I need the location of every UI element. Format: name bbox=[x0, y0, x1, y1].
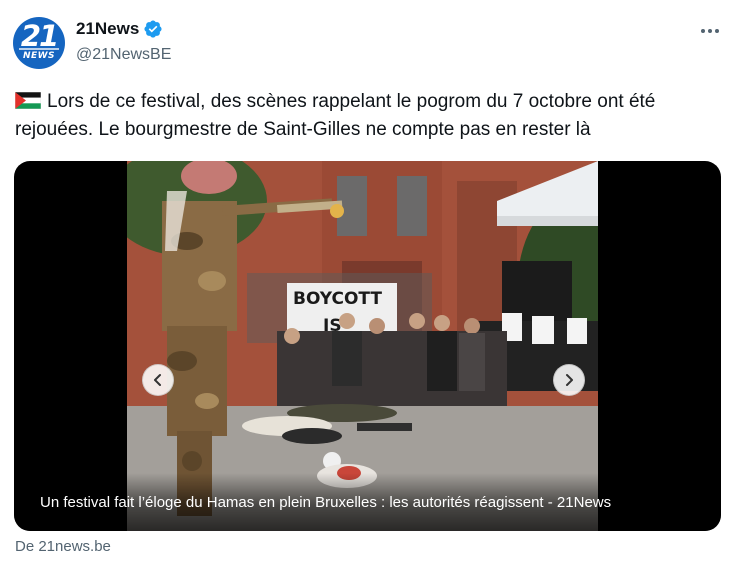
avatar-logo-wordmark: NEWS bbox=[22, 51, 56, 61]
card-source-domain[interactable]: De 21news.be bbox=[15, 538, 111, 555]
chevron-left-icon bbox=[154, 374, 161, 386]
more-dot-icon bbox=[708, 29, 712, 33]
avatar-logo-stripe bbox=[19, 48, 59, 50]
author-name-row: 21News bbox=[76, 19, 163, 39]
author-handle[interactable]: @21NewsBE bbox=[76, 46, 171, 64]
link-card[interactable]: BOYCOTT IS Un festival fait l’éloge du H… bbox=[14, 161, 721, 531]
card-caption-overlay: Un festival fait l’éloge du Hamas en ple… bbox=[14, 473, 721, 531]
more-dot-icon bbox=[715, 29, 719, 33]
avatar-logo-number: 21 bbox=[20, 19, 59, 53]
carousel-prev-button[interactable] bbox=[142, 364, 174, 396]
verified-badge-icon bbox=[144, 20, 162, 38]
tweet-text: Lors de ce festival, des scènes rappelan… bbox=[15, 88, 727, 144]
chevron-right-icon bbox=[566, 374, 573, 386]
palestine-flag-icon bbox=[15, 92, 41, 109]
avatar[interactable]: 21 NEWS bbox=[13, 17, 65, 69]
card-title: Un festival fait l’éloge du Hamas en ple… bbox=[40, 494, 612, 511]
more-options-button[interactable] bbox=[697, 18, 723, 44]
carousel-next-button[interactable] bbox=[553, 364, 585, 396]
more-dot-icon bbox=[701, 29, 705, 33]
boycott-sign-text: BOYCOTT bbox=[293, 289, 382, 309]
author-display-name[interactable]: 21News bbox=[76, 19, 139, 39]
tweet-body: Lors de ce festival, des scènes rappelan… bbox=[15, 91, 656, 140]
